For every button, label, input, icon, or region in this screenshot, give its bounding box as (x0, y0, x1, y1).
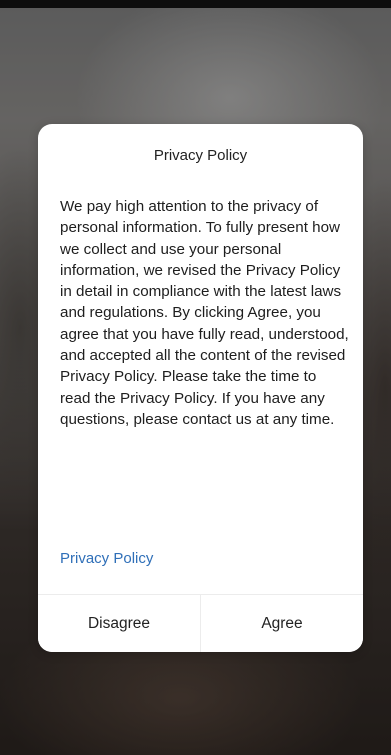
disagree-button[interactable]: Disagree (38, 595, 200, 652)
dialog-button-row: Disagree Agree (38, 594, 363, 652)
dialog-message: We pay high attention to the privacy of … (60, 198, 349, 428)
agree-button[interactable]: Agree (201, 595, 363, 652)
status-bar (0, 0, 391, 8)
privacy-policy-dialog: Privacy Policy We pay high attention to … (38, 124, 363, 652)
dialog-title: Privacy Policy (153, 147, 248, 164)
privacy-policy-link[interactable]: Privacy Policy (60, 549, 153, 569)
